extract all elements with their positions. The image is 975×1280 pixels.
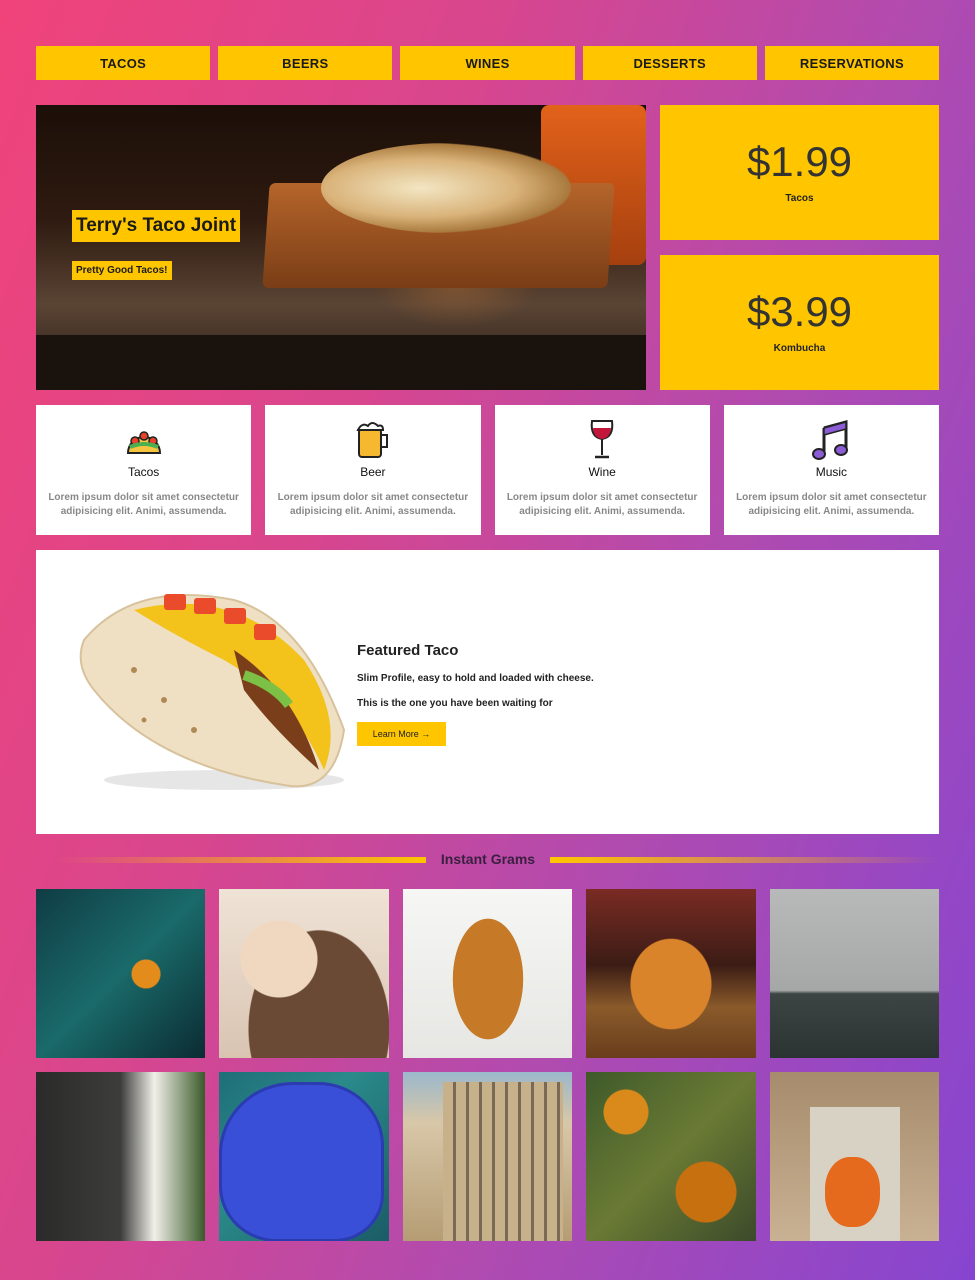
featured-taco-image bbox=[74, 580, 364, 800]
nav-desserts[interactable]: DESSERTS bbox=[582, 46, 757, 80]
feature-desc: Lorem ipsum dolor sit amet consectetur a… bbox=[736, 492, 927, 517]
divider-left bbox=[56, 857, 426, 863]
price-card-tacos: $1.99 Tacos bbox=[660, 105, 939, 240]
graffiti-owl bbox=[824, 1157, 880, 1227]
featured-taco-section: Featured Taco Slim Profile, easy to hold… bbox=[36, 550, 939, 834]
gram-photo[interactable] bbox=[219, 889, 389, 1058]
nav-reservations[interactable]: RESERVATIONS bbox=[764, 46, 940, 80]
nav-wines[interactable]: WINES bbox=[400, 46, 575, 80]
building-shape bbox=[442, 1082, 563, 1241]
hero-title: Terry's Taco Joint bbox=[72, 210, 241, 242]
features-row: Tacos Lorem ipsum dolor sit amet consect… bbox=[36, 405, 939, 535]
featured-line-1: Slim Profile, easy to hold and loaded wi… bbox=[357, 673, 594, 684]
gram-photo[interactable] bbox=[402, 1072, 573, 1241]
gram-photo[interactable] bbox=[769, 889, 939, 1058]
feature-card-tacos: Tacos Lorem ipsum dolor sit amet consect… bbox=[36, 405, 252, 535]
feature-name: Tacos bbox=[127, 465, 160, 479]
gram-photo[interactable] bbox=[36, 1072, 206, 1241]
gram-photo[interactable] bbox=[219, 1072, 389, 1241]
blurred-region bbox=[219, 1082, 385, 1241]
price-amount: $1.99 bbox=[746, 138, 853, 185]
gram-photo[interactable] bbox=[769, 1072, 939, 1241]
gram-photo[interactable] bbox=[36, 889, 206, 1058]
feature-card-music: Music Lorem ipsum dolor sit amet consect… bbox=[723, 405, 939, 535]
price-card-kombucha: $3.99 Kombucha bbox=[660, 255, 939, 390]
beer-icon bbox=[352, 419, 394, 461]
main-nav: TACOS BEERS WINES DESSERTS RESERVATIONS bbox=[36, 46, 940, 80]
price-label: Kombucha bbox=[773, 343, 826, 354]
taco-icon bbox=[123, 419, 165, 461]
hero-subtitle: Pretty Good Tacos! bbox=[72, 261, 172, 280]
feature-name: Music bbox=[815, 465, 848, 479]
hero-food-image bbox=[321, 143, 571, 233]
gram-photo[interactable] bbox=[402, 889, 573, 1058]
instant-grams-gallery bbox=[36, 889, 939, 1241]
hero-table-image bbox=[36, 335, 646, 390]
learn-more-button[interactable]: Learn More → bbox=[357, 722, 446, 746]
divider-right bbox=[550, 857, 939, 863]
price-label: Tacos bbox=[785, 193, 814, 204]
featured-line-2: This is the one you have been waiting fo… bbox=[357, 698, 553, 709]
nav-tacos[interactable]: TACOS bbox=[36, 46, 211, 80]
feature-desc: Lorem ipsum dolor sit amet consectetur a… bbox=[277, 492, 469, 517]
instant-grams-title: Instant Grams bbox=[440, 851, 536, 867]
feature-card-beer: Beer Lorem ipsum dolor sit amet consecte… bbox=[265, 405, 481, 535]
feature-card-wine: Wine Lorem ipsum dolor sit amet consecte… bbox=[494, 405, 710, 535]
music-icon bbox=[810, 419, 852, 461]
price-amount: $3.99 bbox=[746, 288, 853, 335]
nav-beers[interactable]: BEERS bbox=[218, 46, 393, 80]
feature-desc: Lorem ipsum dolor sit amet consectetur a… bbox=[506, 492, 698, 517]
feature-name: Wine bbox=[588, 465, 616, 479]
featured-title: Featured Taco bbox=[357, 642, 459, 659]
gram-photo[interactable] bbox=[586, 1072, 756, 1241]
instant-grams-header: Instant Grams bbox=[56, 850, 939, 870]
feature-name: Beer bbox=[360, 465, 386, 479]
feature-desc: Lorem ipsum dolor sit amet consectetur a… bbox=[48, 492, 239, 517]
hero-banner: Terry's Taco Joint Pretty Good Tacos! bbox=[36, 105, 646, 390]
gram-photo[interactable] bbox=[586, 889, 756, 1058]
wine-icon bbox=[581, 419, 623, 461]
